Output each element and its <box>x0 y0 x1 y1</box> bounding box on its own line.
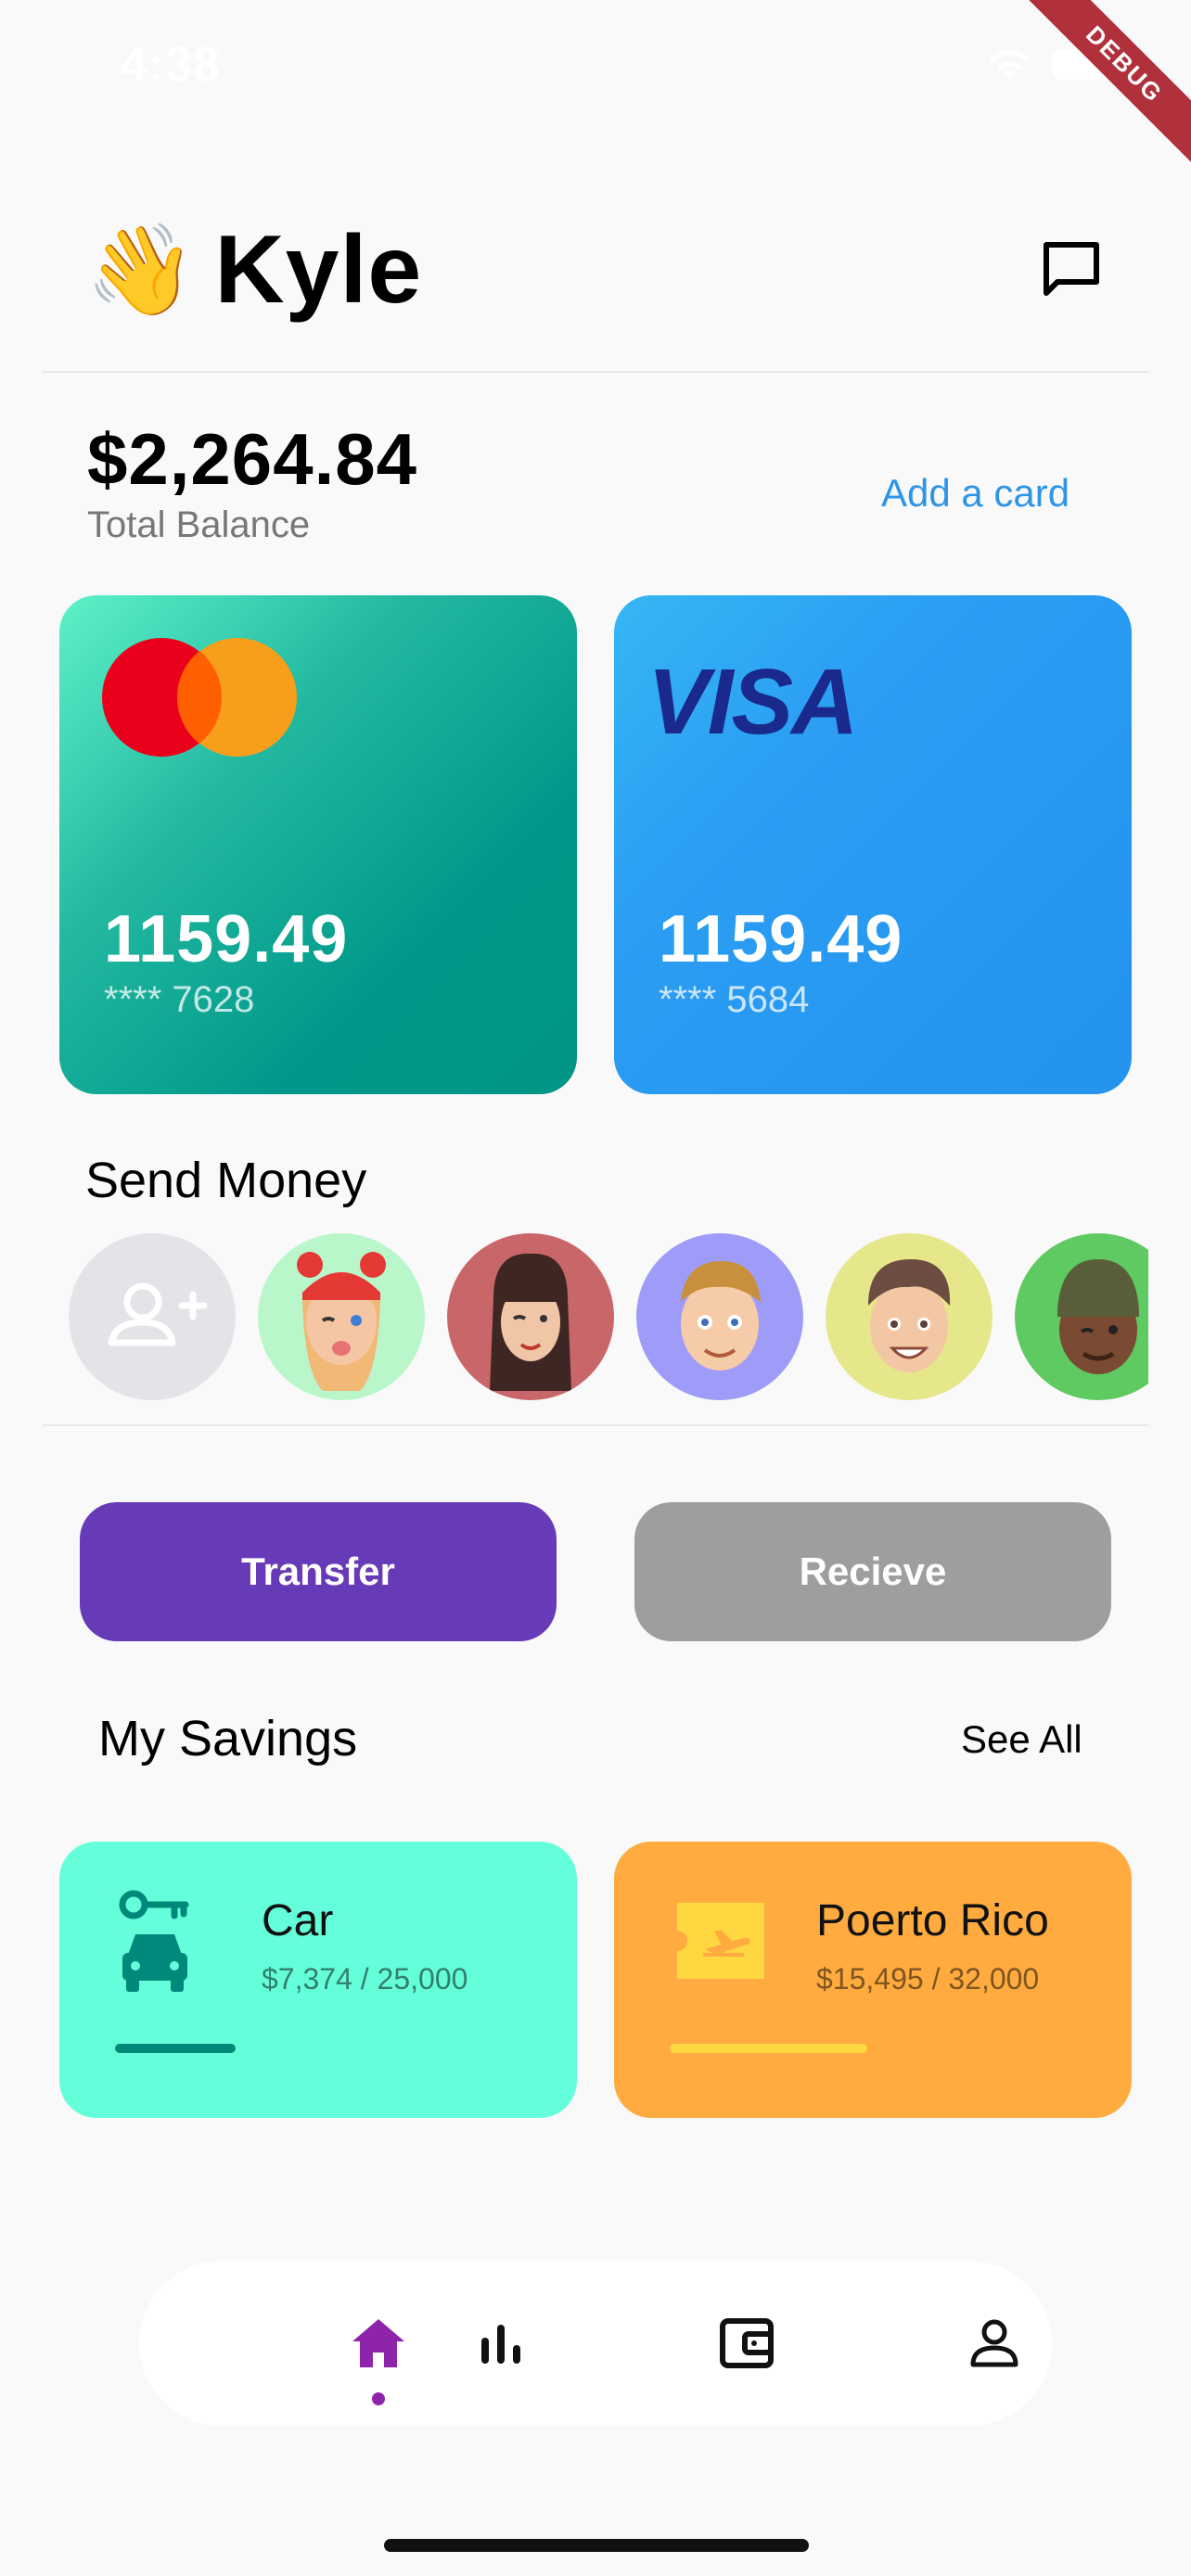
add-contact-button[interactable] <box>69 1233 236 1400</box>
contact-avatar-5[interactable] <box>1015 1233 1148 1400</box>
savings-name: Poerto Rico <box>816 1896 1049 1945</box>
contact-avatar-3[interactable] <box>636 1233 803 1400</box>
profile-icon <box>970 2319 1018 2367</box>
card-balance: 1159.49 <box>104 902 349 976</box>
savings-progress-text: $7,374 / 25,000 <box>262 1962 468 1996</box>
savings-name: Car <box>262 1896 334 1945</box>
nav-stats[interactable] <box>459 2302 543 2385</box>
avatar-boy-blonde <box>681 1261 761 1371</box>
see-all-link[interactable]: See All <box>961 1717 1082 1762</box>
debug-label: DEBUG <box>1023 0 1191 166</box>
card-number: **** 5684 <box>659 979 810 1020</box>
messages-button[interactable] <box>1039 239 1104 302</box>
home-icon <box>352 2319 404 2367</box>
debug-banner: DEBUG <box>1015 0 1191 176</box>
greeting: 👋 Kyle <box>85 215 422 325</box>
card-mastercard[interactable]: 1159.49 **** 7628 <box>59 595 577 1094</box>
card-balance: 1159.49 <box>659 902 903 976</box>
send-money-divider <box>43 1424 1148 1426</box>
user-name: Kyle <box>214 216 423 324</box>
total-balance-label: Total Balance <box>87 504 311 545</box>
visa-logo: VISA <box>647 650 858 754</box>
contacts-row <box>69 1233 1148 1404</box>
transfer-button[interactable]: Transfer <box>80 1502 557 1641</box>
wave-emoji: 👋 <box>85 220 197 320</box>
flight-ticket-icon <box>677 1903 764 1979</box>
send-money-title: Send Money <box>85 1153 367 1208</box>
avatar-woman-dark-hair <box>490 1253 571 1391</box>
card-number: **** 7628 <box>104 979 255 1020</box>
total-balance-amount: $2,264.84 <box>87 418 418 500</box>
my-savings-title: My Savings <box>98 1711 358 1766</box>
active-indicator <box>372 2392 385 2405</box>
status-time: 4:38 <box>121 38 222 92</box>
nav-home[interactable] <box>337 2302 420 2385</box>
car-key-icon <box>119 1890 189 1992</box>
avatar-girl-red-hat <box>297 1252 386 1391</box>
savings-progress-bar <box>115 2044 236 2053</box>
contact-avatar-4[interactable] <box>826 1233 992 1400</box>
wallet-icon <box>720 2318 774 2368</box>
nav-profile[interactable] <box>953 2302 1036 2385</box>
avatar-boy-brown-hair <box>868 1259 951 1372</box>
add-person-icon <box>108 1282 208 1346</box>
mastercard-logo <box>102 638 297 757</box>
receive-button[interactable]: Recieve <box>634 1502 1111 1641</box>
contact-avatar-1[interactable] <box>258 1233 425 1400</box>
nav-wallet[interactable] <box>705 2302 788 2385</box>
savings-progress-text: $15,495 / 32,000 <box>816 1962 1040 1996</box>
card-visa[interactable]: VISA 1159.49 **** 5684 <box>614 595 1132 1094</box>
add-card-link[interactable]: Add a card <box>881 471 1069 516</box>
message-icon <box>1044 242 1099 296</box>
savings-card-poerto-rico[interactable]: Poerto Rico $15,495 / 32,000 <box>614 1842 1132 2118</box>
savings-card-car[interactable]: Car $7,374 / 25,000 <box>59 1842 577 2118</box>
contact-avatar-2[interactable] <box>447 1233 614 1400</box>
bottom-navigation <box>139 2261 1052 2426</box>
header-divider <box>43 371 1148 373</box>
avatar-man-beanie <box>1057 1259 1139 1374</box>
home-indicator <box>384 2539 809 2552</box>
savings-progress-bar <box>670 2044 867 2053</box>
stats-icon <box>481 2325 520 2364</box>
